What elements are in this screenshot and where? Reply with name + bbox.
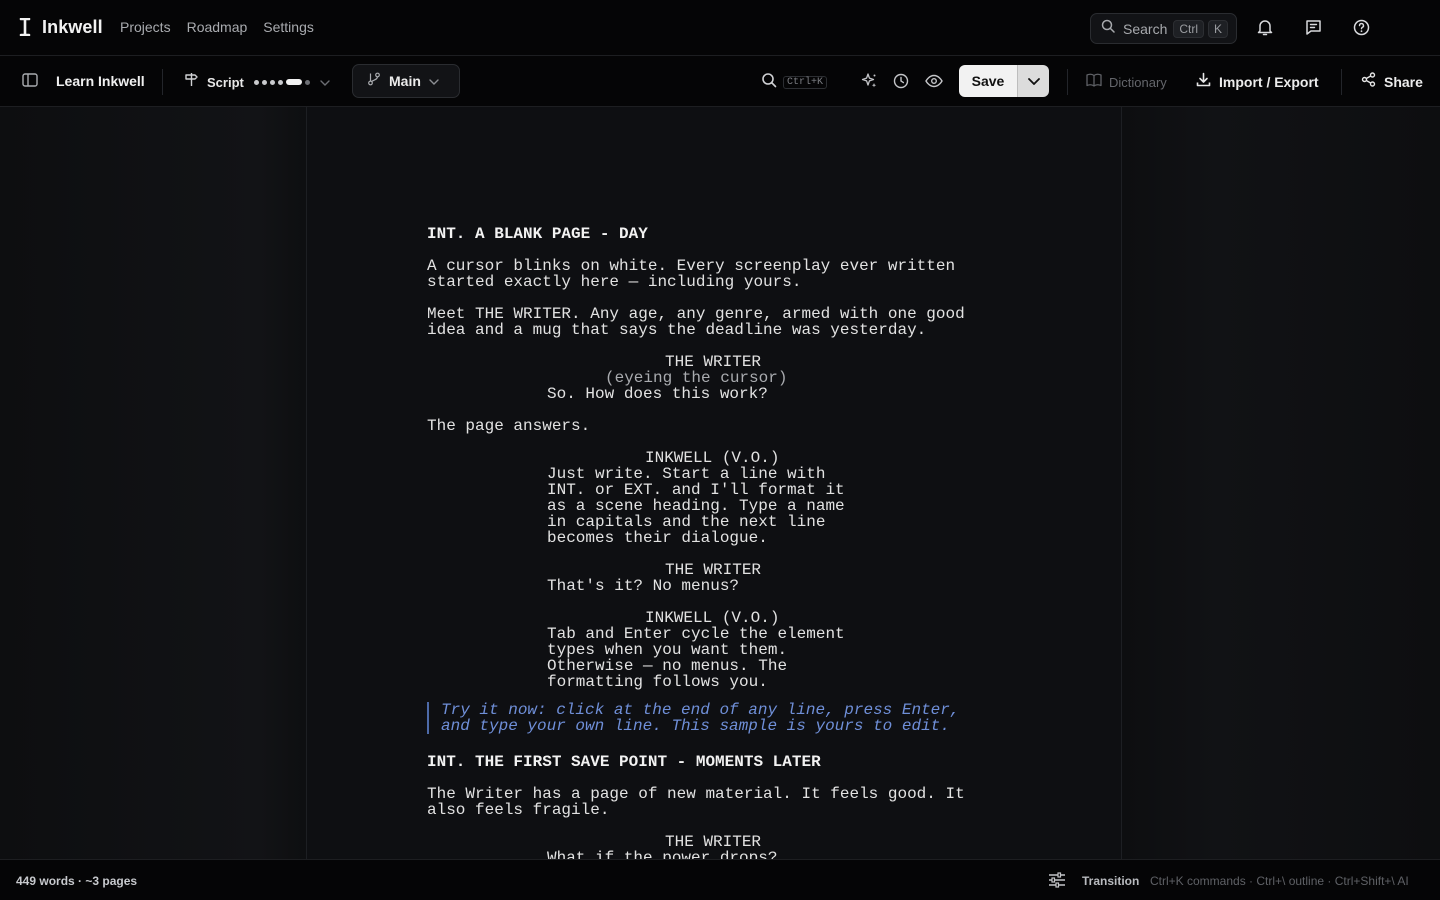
chevron-down-icon	[429, 72, 439, 90]
dialogue-line[interactable]: Otherwise — no menus. The	[427, 658, 1027, 674]
share-label: Share	[1384, 74, 1423, 90]
search-icon	[761, 72, 777, 93]
dialogue-line[interactable]: in capitals and the next line	[427, 514, 1027, 530]
current-element-type[interactable]: Transition	[1082, 874, 1139, 888]
character-cue[interactable]: THE WRITER	[427, 834, 1027, 850]
script-page[interactable]: INT. A BLANK PAGE - DAY A cursor blinks …	[306, 107, 1122, 859]
right-gutter	[1122, 107, 1440, 859]
tutorial-hint: Try it now: click at the end of any line…	[427, 702, 1027, 734]
dialogue-line[interactable]: INT. or EXT. and I'll format it	[427, 482, 1027, 498]
brand[interactable]: Inkwell	[18, 16, 103, 38]
document-title[interactable]: Learn Inkwell	[56, 73, 145, 89]
message-icon[interactable]	[1303, 17, 1323, 37]
mode-dot-active	[285, 79, 302, 85]
text-cursor-icon	[18, 16, 32, 38]
hint-line: and type your own line. This sample is y…	[441, 717, 950, 735]
sidebar-toggle-button[interactable]	[20, 72, 40, 92]
clock-icon[interactable]	[893, 73, 909, 89]
shortcut-hints: Ctrl+K commands · Ctrl+\ outline · Ctrl+…	[1150, 874, 1409, 888]
mode-dot	[261, 79, 267, 85]
editor-workspace: INT. A BLANK PAGE - DAY A cursor blinks …	[0, 107, 1440, 859]
action-line[interactable]: Meet THE WRITER. Any age, any genre, arm…	[427, 306, 1027, 322]
save-button[interactable]: Save	[959, 65, 1017, 97]
action-line[interactable]: started exactly here — including yours.	[427, 274, 1027, 290]
dialogue-line[interactable]: Just write. Start a line with	[427, 466, 1027, 482]
parenthetical[interactable]: (eyeing the cursor)	[427, 370, 1027, 386]
sidebar-icon	[22, 72, 38, 92]
scene-heading[interactable]: INT. A BLANK PAGE - DAY	[427, 226, 1027, 242]
toolbar-divider	[162, 69, 163, 95]
branch-icon	[367, 72, 381, 91]
branch-selector[interactable]: Main	[352, 64, 460, 98]
chevron-down-icon	[1027, 72, 1040, 90]
dialogue-line[interactable]: What if the power drops?	[427, 850, 1027, 859]
help-icon[interactable]	[1351, 17, 1371, 37]
action-line[interactable]: The page answers.	[427, 418, 1027, 434]
search-icon	[1101, 19, 1115, 38]
dialogue-line[interactable]: So. How does this work?	[427, 386, 1027, 402]
dialogue-line[interactable]: That's it? No menus?	[427, 578, 1027, 594]
character-cue[interactable]: INKWELL (V.O.)	[427, 450, 1027, 466]
toolbar-divider	[1341, 69, 1342, 95]
mode-label: Script	[207, 74, 244, 90]
dialogue-line[interactable]: formatting follows you.	[427, 674, 1027, 690]
mode-dot	[277, 79, 283, 85]
action-line[interactable]: A cursor blinks on white. Every screenpl…	[427, 258, 1027, 274]
save-options-button[interactable]	[1017, 65, 1049, 97]
scene-heading[interactable]: INT. THE FIRST SAVE POINT - MOMENTS LATE…	[427, 754, 1027, 770]
word-count: 449 words · ~3 pages	[16, 874, 138, 888]
signpost-icon	[184, 72, 199, 92]
action-line[interactable]: The Writer has a page of new material. I…	[427, 786, 1027, 802]
dictionary-button[interactable]: Dictionary	[1086, 73, 1167, 92]
dialogue-line[interactable]: types when you want them.	[427, 642, 1027, 658]
brand-name: Inkwell	[42, 16, 103, 37]
search-label: Search	[1123, 20, 1168, 37]
search-kbd-key: K	[1208, 19, 1229, 38]
action-line[interactable]: also feels fragile.	[427, 802, 1027, 818]
sparkles-icon[interactable]	[860, 72, 878, 90]
screenplay-editor[interactable]: INT. A BLANK PAGE - DAY A cursor blinks …	[427, 226, 1027, 859]
global-search[interactable]: Search Ctrl K	[1090, 13, 1237, 44]
character-cue[interactable]: INKWELL (V.O.)	[427, 610, 1027, 626]
mode-dot	[269, 79, 275, 85]
mode-step-indicator	[253, 79, 310, 85]
branch-label: Main	[389, 73, 421, 89]
status-bar: 449 words · ~3 pages Transition Ctrl+K c…	[0, 859, 1440, 900]
eye-icon[interactable]	[925, 74, 943, 88]
editor-toolbar: Learn Inkwell Script Main Ctrl+K Save Di…	[0, 56, 1440, 107]
share-button[interactable]: Share	[1361, 72, 1423, 92]
hint-line: Try it now: click at the end of any line…	[441, 701, 960, 719]
chevron-down-icon	[320, 73, 330, 91]
dialogue-line[interactable]: as a scene heading. Type a name	[427, 498, 1027, 514]
find-button[interactable]: Ctrl+K	[761, 72, 828, 93]
action-line[interactable]: idea and a mug that says the deadline wa…	[427, 322, 1027, 338]
dialogue-line[interactable]: Tab and Enter cycle the element	[427, 626, 1027, 642]
find-shortcut: Ctrl+K	[783, 76, 828, 89]
character-cue[interactable]: THE WRITER	[427, 562, 1027, 578]
search-kbd-mod: Ctrl	[1173, 19, 1205, 38]
nav-settings[interactable]: Settings	[263, 19, 314, 35]
download-icon	[1196, 72, 1211, 92]
mode-selector[interactable]: Script	[184, 72, 330, 92]
mode-dot	[304, 79, 310, 85]
share-icon	[1361, 72, 1376, 92]
mode-dot	[253, 79, 259, 85]
import-export-label: Import / Export	[1219, 74, 1319, 90]
book-icon	[1086, 73, 1102, 92]
sliders-icon[interactable]	[1048, 872, 1066, 890]
dictionary-label: Dictionary	[1109, 75, 1167, 90]
bell-icon[interactable]	[1255, 17, 1275, 37]
nav-roadmap[interactable]: Roadmap	[187, 19, 248, 35]
main-nav: Projects Roadmap Settings	[120, 19, 314, 35]
character-cue[interactable]: THE WRITER	[427, 354, 1027, 370]
dialogue-line[interactable]: becomes their dialogue.	[427, 530, 1027, 546]
toolbar-divider	[1067, 69, 1068, 95]
top-nav: Inkwell Projects Roadmap Settings Search…	[0, 0, 1440, 56]
nav-projects[interactable]: Projects	[120, 19, 171, 35]
save-button-group: Save	[959, 65, 1049, 97]
import-export-button[interactable]: Import / Export	[1196, 72, 1319, 92]
